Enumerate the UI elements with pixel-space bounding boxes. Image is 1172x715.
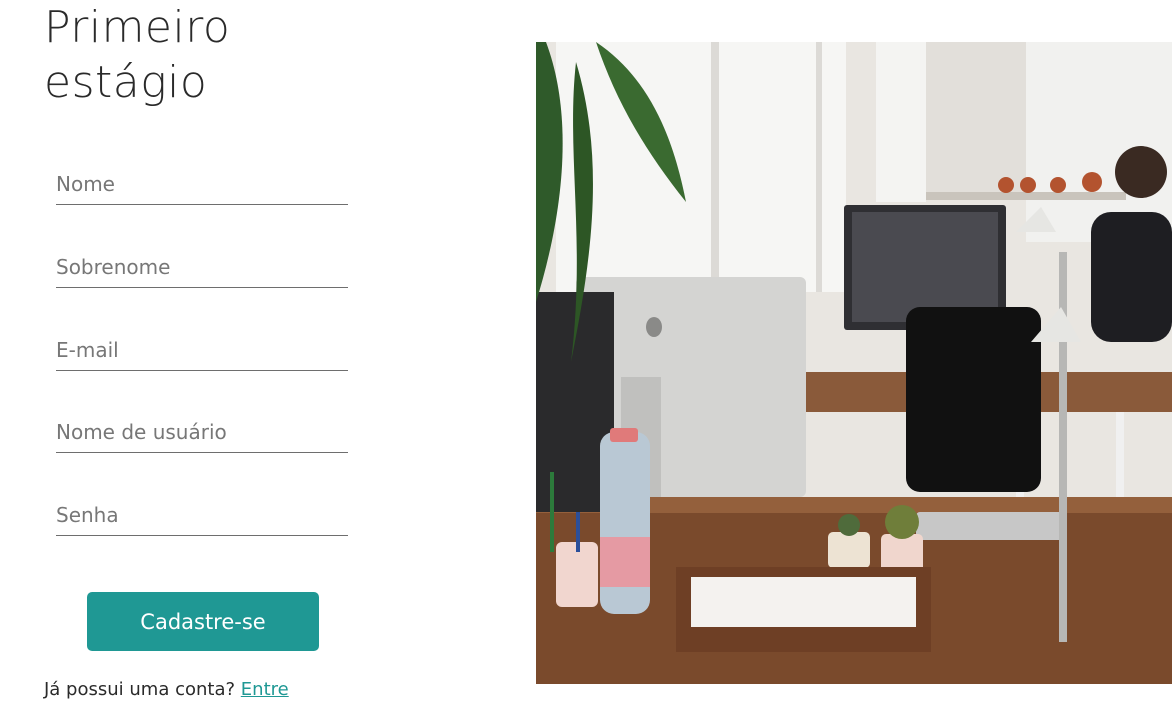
login-prompt-text: Já possui uma conta? (44, 679, 236, 700)
title-line-2: estágio (44, 57, 208, 108)
last-name-field[interactable] (56, 247, 348, 288)
username-input[interactable] (56, 412, 348, 452)
password-input[interactable] (56, 495, 348, 535)
title-line-1: Primeiro (44, 2, 231, 53)
last-name-input[interactable] (56, 247, 348, 287)
password-field[interactable] (56, 495, 348, 536)
signup-page: Primeiro estágio Cadastre-se Já possui u… (0, 0, 1172, 715)
office-photo-illustration (536, 42, 1172, 684)
email-input[interactable] (56, 330, 348, 370)
login-prompt: Já possui uma conta? Entre (44, 679, 289, 700)
first-name-field[interactable] (56, 164, 348, 205)
login-link[interactable]: Entre (241, 679, 289, 700)
office-photo (536, 42, 1172, 684)
email-field[interactable] (56, 330, 348, 371)
username-field[interactable] (56, 412, 348, 453)
page-title: Primeiro estágio (44, 0, 230, 110)
signup-button[interactable]: Cadastre-se (87, 592, 319, 651)
first-name-input[interactable] (56, 164, 348, 204)
